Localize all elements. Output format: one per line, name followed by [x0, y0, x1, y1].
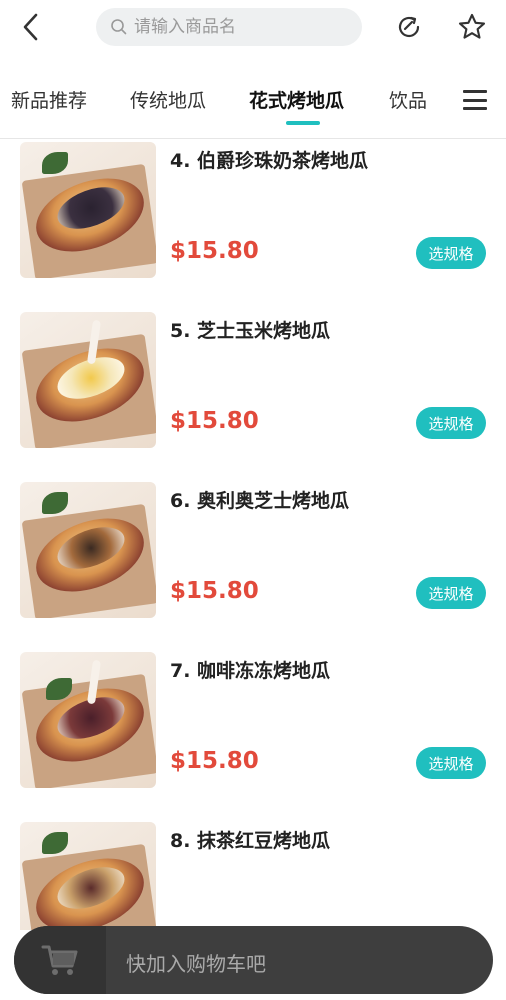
menu-icon-bar: [463, 107, 487, 110]
menu-icon-bar: [463, 90, 487, 93]
product-name[interactable]: 5. 芝士玉米烤地瓜: [170, 316, 330, 343]
tab-new-recommend[interactable]: 新品推荐: [11, 86, 87, 113]
header: [0, 0, 506, 56]
product-item[interactable]: 8. 抹茶红豆烤地瓜: [0, 820, 506, 930]
shopping-cart-icon: [41, 945, 78, 975]
product-list[interactable]: 4. 伯爵珍珠奶茶烤地瓜 $15.80 选规格 5. 芝士玉米烤地瓜 $15.8…: [0, 140, 506, 930]
product-name[interactable]: 4. 伯爵珍珠奶茶烤地瓜: [170, 146, 368, 173]
tab-traditional[interactable]: 传统地瓜: [130, 86, 206, 113]
category-tabs: 新品推荐 传统地瓜 花式烤地瓜 饮品: [0, 72, 506, 130]
product-item[interactable]: 7. 咖啡冻冻烤地瓜 $15.80 选规格: [0, 650, 506, 800]
product-price: $15.80: [170, 408, 259, 434]
product-price: $15.80: [170, 748, 259, 774]
menu-icon-bar: [463, 98, 487, 102]
product-price: $15.80: [170, 578, 259, 604]
star-icon: [458, 13, 486, 39]
product-image[interactable]: [20, 312, 156, 448]
share-button[interactable]: [392, 10, 426, 44]
search-input[interactable]: [134, 17, 334, 37]
product-item[interactable]: 5. 芝士玉米烤地瓜 $15.80 选规格: [0, 310, 506, 460]
tab-fancy-roasted[interactable]: 花式烤地瓜: [249, 86, 344, 113]
product-item[interactable]: 6. 奥利奥芝士烤地瓜 $15.80 选规格: [0, 480, 506, 630]
product-name[interactable]: 8. 抹茶红豆烤地瓜: [170, 826, 330, 853]
product-image[interactable]: [20, 652, 156, 788]
active-tab-indicator: [286, 121, 320, 125]
select-spec-button[interactable]: 选规格: [416, 577, 486, 609]
product-name[interactable]: 6. 奥利奥芝士烤地瓜: [170, 486, 349, 513]
favorite-button[interactable]: [455, 10, 489, 44]
search-box[interactable]: [96, 8, 362, 46]
product-image[interactable]: [20, 822, 156, 930]
cart-hint-text: 快加入购物车吧: [126, 952, 266, 976]
search-icon: [110, 18, 128, 36]
cart-button[interactable]: [14, 926, 106, 994]
product-image[interactable]: [20, 142, 156, 278]
cart-bar[interactable]: 快加入购物车吧: [14, 926, 493, 994]
product-item[interactable]: 4. 伯爵珍珠奶茶烤地瓜 $15.80 选规格: [0, 140, 506, 290]
menu-button[interactable]: [460, 86, 490, 114]
select-spec-button[interactable]: 选规格: [416, 237, 486, 269]
app-root: 新品推荐 传统地瓜 花式烤地瓜 饮品 4. 伯爵珍珠奶茶烤地瓜 $15.80 选…: [0, 0, 506, 1000]
share-icon: [398, 16, 420, 38]
back-button[interactable]: [14, 10, 48, 44]
select-spec-button[interactable]: 选规格: [416, 747, 486, 779]
divider: [0, 138, 506, 139]
tab-drinks[interactable]: 饮品: [389, 86, 427, 113]
back-arrow-icon: [23, 13, 38, 41]
select-spec-button[interactable]: 选规格: [416, 407, 486, 439]
product-image[interactable]: [20, 482, 156, 618]
product-price: $15.80: [170, 238, 259, 264]
product-name[interactable]: 7. 咖啡冻冻烤地瓜: [170, 656, 330, 683]
